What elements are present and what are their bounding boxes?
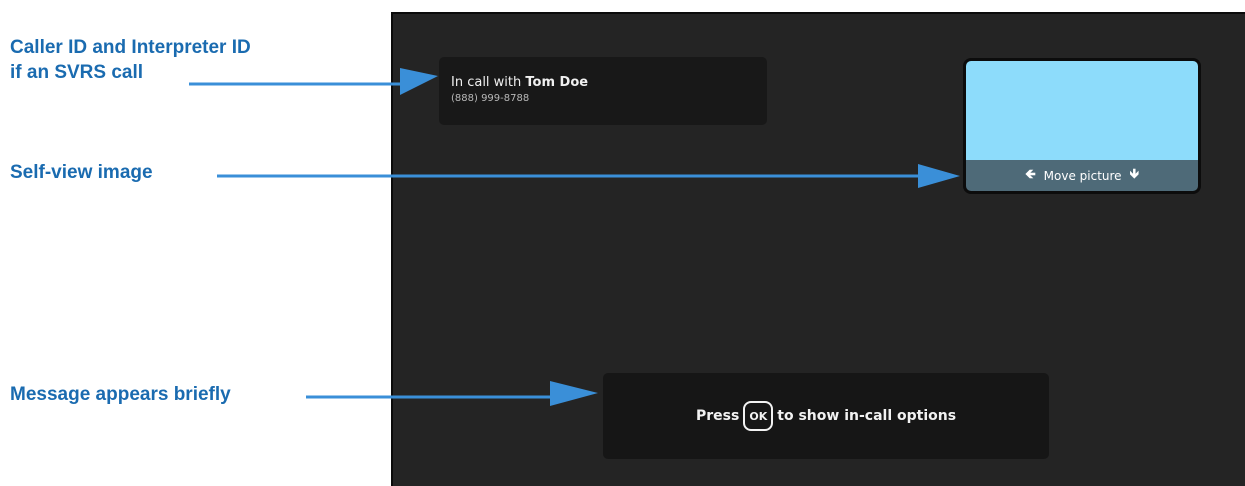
caller-name: Tom Doe bbox=[525, 75, 589, 90]
caller-line: In call with Tom Doe bbox=[451, 75, 767, 91]
move-picture-label: Move picture bbox=[1043, 168, 1122, 183]
self-view-image bbox=[966, 61, 1198, 160]
callout-self-view: Self-view image bbox=[10, 162, 153, 183]
self-view-window[interactable]: 🡸 Move picture 🡻 bbox=[963, 58, 1201, 194]
arrow-left-icon: 🡸 bbox=[1025, 166, 1036, 182]
callout-message: Message appears briefly bbox=[10, 384, 231, 405]
callout-caller-id-line1: Caller ID and Interpreter ID bbox=[10, 37, 251, 58]
caller-id-panel: In call with Tom Doe (888) 999-8788 bbox=[439, 57, 767, 125]
move-picture-bar[interactable]: 🡸 Move picture 🡻 bbox=[966, 160, 1198, 191]
caller-number: (888) 999-8788 bbox=[451, 93, 530, 104]
arrow-down-icon: 🡻 bbox=[1129, 166, 1139, 182]
in-call-screen: In call with Tom Doe (888) 999-8788 🡸 Mo… bbox=[391, 12, 1245, 486]
in-call-message: Press OK to show in-call options bbox=[603, 373, 1049, 459]
message-options-text: to show in-call options bbox=[777, 408, 957, 424]
annotated-screenshot: Caller ID and Interpreter ID if an SVRS … bbox=[0, 0, 1245, 486]
message-press-text: Press bbox=[695, 408, 740, 424]
callout-caller-id-line2: if an SVRS call bbox=[10, 62, 144, 83]
ok-key-icon: OK bbox=[743, 401, 774, 431]
caller-prefix: In call with bbox=[451, 75, 526, 90]
